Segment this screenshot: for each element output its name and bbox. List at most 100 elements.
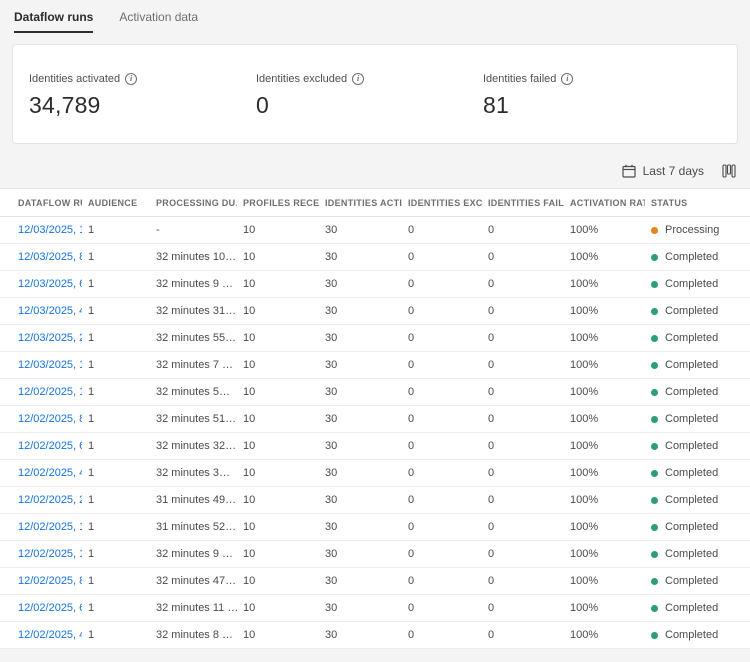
- activation-rate-cell: 100%: [564, 406, 645, 433]
- status-dot-icon: [651, 551, 658, 558]
- column-settings-button[interactable]: [722, 164, 736, 178]
- identities-excluded-cell: 0: [402, 541, 482, 568]
- identities-activated-cell: 30: [319, 460, 402, 487]
- activation-rate-cell: 100%: [564, 514, 645, 541]
- column-header[interactable]: IDENTITIES EXCL…: [402, 189, 482, 217]
- status-label: Processing: [665, 224, 719, 236]
- identities-excluded-cell: 0: [402, 325, 482, 352]
- column-header[interactable]: ACTIVATION RATE: [564, 189, 645, 217]
- date-range-label: Last 7 days: [643, 164, 704, 178]
- activation-rate-cell: 100%: [564, 379, 645, 406]
- metric-label: Identities excluded: [256, 73, 347, 85]
- column-header[interactable]: AUDIENCE: [82, 189, 150, 217]
- status-cell: Completed: [645, 379, 750, 406]
- profiles-received-cell: 10: [237, 352, 319, 379]
- identities-excluded-cell: 0: [402, 244, 482, 271]
- activation-rate-cell: 100%: [564, 568, 645, 595]
- audience-cell: 1: [82, 487, 150, 514]
- metric-identities-excluded: Identities excluded i 0: [256, 73, 483, 119]
- column-header[interactable]: IDENTITIES FAILED: [482, 189, 564, 217]
- identities-excluded-cell: 0: [402, 568, 482, 595]
- metric-identities-failed: Identities failed i 81: [483, 73, 710, 119]
- tab-activation-data[interactable]: Activation data: [119, 10, 198, 33]
- status-dot-icon: [651, 497, 658, 504]
- dataflow-run-link[interactable]: 12/03/2025, 4:…: [18, 305, 82, 317]
- profiles-received-cell: 10: [237, 325, 319, 352]
- dataflow-run-link: 12/02/2025, 10…: [0, 541, 82, 568]
- column-header[interactable]: DATAFLOW RUN …: [0, 189, 82, 217]
- identities-activated-cell: 30: [319, 379, 402, 406]
- identities-excluded-cell: 0: [402, 514, 482, 541]
- identities-activated-cell: 30: [319, 487, 402, 514]
- dataflow-run-link[interactable]: 12/03/2025, 1…: [18, 224, 82, 236]
- status-label: Completed: [665, 440, 718, 452]
- audience-cell: 1: [82, 433, 150, 460]
- table-row: 12/03/2025, 2:…132 minutes 55…103000100%…: [0, 325, 750, 352]
- audience-cell: 1: [82, 352, 150, 379]
- status-dot-icon: [651, 227, 658, 234]
- tab-dataflow-runs[interactable]: Dataflow runs: [14, 10, 93, 33]
- dataflow-run-link[interactable]: 12/02/2025, 6:…: [18, 602, 82, 614]
- identities-excluded-cell: 0: [402, 217, 482, 244]
- status-label: Completed: [665, 332, 718, 344]
- dataflow-run-link[interactable]: 12/02/2025, 10…: [18, 548, 82, 560]
- dataflow-run-link[interactable]: 12/03/2025, 2:…: [18, 332, 82, 344]
- status-label: Completed: [665, 413, 718, 425]
- column-header[interactable]: STATUS: [645, 189, 750, 217]
- info-icon[interactable]: i: [125, 73, 137, 85]
- audience-cell: 1: [82, 406, 150, 433]
- dataflow-run-link[interactable]: 12/02/2025, 10…: [18, 386, 82, 398]
- profiles-received-cell: 10: [237, 460, 319, 487]
- status-label: Completed: [665, 629, 718, 641]
- status-dot-icon: [651, 335, 658, 342]
- identities-failed-cell: 0: [482, 487, 564, 514]
- dataflow-run-link[interactable]: 12/02/2025, 4:…: [18, 629, 82, 641]
- table-row: 12/03/2025, 12…132 minutes 7 …103000100%…: [0, 352, 750, 379]
- identities-activated-cell: 30: [319, 244, 402, 271]
- dataflow-run-link[interactable]: 12/02/2025, 8:…: [18, 413, 82, 425]
- activation-rate-cell: 100%: [564, 325, 645, 352]
- column-header[interactable]: PROFILES RECEI…: [237, 189, 319, 217]
- status-label: Completed: [665, 359, 718, 371]
- dataflow-run-link: 12/02/2025, 10…: [0, 379, 82, 406]
- table-row: 12/02/2025, 4:…132 minutes 3…103000100%C…: [0, 460, 750, 487]
- status-dot-icon: [651, 389, 658, 396]
- identities-excluded-cell: 0: [402, 352, 482, 379]
- activation-rate-cell: 100%: [564, 244, 645, 271]
- info-icon[interactable]: i: [352, 73, 364, 85]
- dataflow-run-link: 12/02/2025, 6:…: [0, 595, 82, 622]
- table-row: 12/02/2025, 6:…132 minutes 11 …103000100…: [0, 595, 750, 622]
- dataflow-run-link[interactable]: 12/03/2025, 6:…: [18, 278, 82, 290]
- activation-rate-cell: 100%: [564, 298, 645, 325]
- status-label: Completed: [665, 305, 718, 317]
- dataflow-run-link[interactable]: 12/02/2025, 12…: [18, 521, 82, 533]
- activation-rate-cell: 100%: [564, 271, 645, 298]
- column-header[interactable]: PROCESSING DU…: [150, 189, 237, 217]
- dataflow-run-link[interactable]: 12/03/2025, 12…: [18, 359, 82, 371]
- dataflow-run-link[interactable]: 12/02/2025, 6:…: [18, 440, 82, 452]
- identities-activated-cell: 30: [319, 325, 402, 352]
- dataflow-run-link[interactable]: 12/02/2025, 4:…: [18, 467, 82, 479]
- table-row: 12/02/2025, 6:…132 minutes 32…103000100%…: [0, 433, 750, 460]
- dataflow-run-link[interactable]: 12/03/2025, 8:…: [18, 251, 82, 263]
- profiles-received-cell: 10: [237, 595, 319, 622]
- table-row: 12/02/2025, 10…132 minutes 5…103000100%C…: [0, 379, 750, 406]
- dataflow-run-link[interactable]: 12/02/2025, 2:…: [18, 494, 82, 506]
- identities-failed-cell: 0: [482, 433, 564, 460]
- column-header[interactable]: IDENTITIES ACTI…: [319, 189, 402, 217]
- identities-failed-cell: 0: [482, 379, 564, 406]
- status-label: Completed: [665, 251, 718, 263]
- dataflow-run-link: 12/02/2025, 8:…: [0, 568, 82, 595]
- info-icon[interactable]: i: [561, 73, 573, 85]
- status-dot-icon: [651, 605, 658, 612]
- status-label: Completed: [665, 278, 718, 290]
- date-range-selector[interactable]: Last 7 days: [622, 164, 704, 178]
- processing-duration-cell: 32 minutes 9 …: [150, 271, 237, 298]
- profiles-received-cell: 10: [237, 217, 319, 244]
- dataflow-run-link: 12/02/2025, 4:…: [0, 460, 82, 487]
- status-cell: Completed: [645, 271, 750, 298]
- status-label: Completed: [665, 467, 718, 479]
- dataflow-run-link[interactable]: 12/02/2025, 8:…: [18, 575, 82, 587]
- identities-activated-cell: 30: [319, 271, 402, 298]
- activation-rate-cell: 100%: [564, 460, 645, 487]
